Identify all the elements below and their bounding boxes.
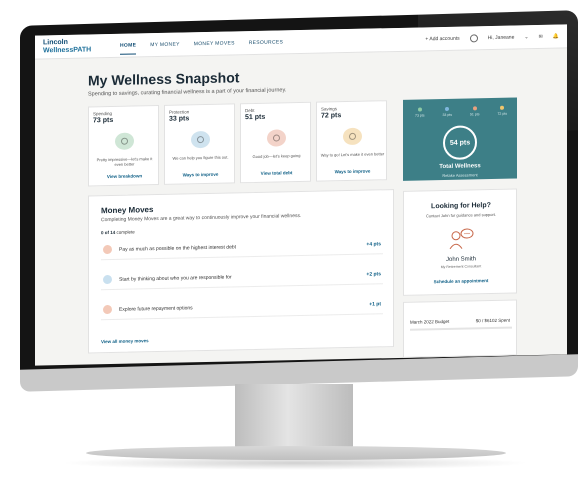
mail-icon[interactable]: ✉ — [539, 34, 543, 40]
card-category: Debt — [245, 107, 255, 114]
advisor-role: My Retirement Consultant — [440, 264, 482, 270]
money-move-text: Explore future repayment options — [119, 305, 193, 313]
total-wellness-panel: 73 pts 33 pts 51 pts 72 pts 54 pts Total… — [403, 97, 517, 181]
total-score: 54 pts — [449, 138, 471, 147]
house-icon — [191, 130, 210, 149]
nav-my-money[interactable]: MY MONEY — [150, 42, 180, 55]
card-category: Protection — [169, 109, 190, 115]
coins-icon — [343, 127, 362, 146]
money-moves-panel: Money Moves Completing Money Moves are a… — [88, 189, 394, 354]
budget-panel: March 2022 Budget $0 / $6102 Spent — [403, 299, 517, 358]
count-suffix: complete — [115, 229, 135, 235]
card-description: Good job—let's keep going — [252, 153, 301, 160]
user-avatar-icon[interactable] — [469, 34, 478, 43]
page-title: My Wellness Snapshot — [88, 69, 240, 89]
money-moves-count: 0 of 14 complete — [101, 229, 135, 235]
help-title: Looking for Help? — [431, 202, 491, 211]
piggy-bank-icon — [115, 132, 134, 150]
logo-line-2: WellnessPATH — [43, 46, 92, 55]
budget-title: March 2022 Budget — [410, 318, 450, 325]
money-move-item[interactable]: Start by thinking about who you are resp… — [101, 264, 383, 291]
nav-money-moves[interactable]: MONEY MOVES — [194, 40, 235, 53]
advisor-name: John Smith — [445, 256, 476, 263]
money-move-text: Start by thinking about who you are resp… — [119, 274, 232, 283]
money-move-points: +4 pts — [366, 241, 381, 248]
card-description: We can help you figure this out. — [172, 154, 229, 161]
debt-move-icon — [103, 244, 112, 255]
budget-progress-bar — [410, 326, 512, 331]
help-subtitle: Contact John for guidance and support. — [425, 211, 497, 219]
card-description: Way to go! Let's make it even better — [320, 151, 385, 158]
ways-to-improve-link[interactable]: Ways to improve — [165, 171, 236, 178]
view-all-money-moves-link[interactable]: View all money moves — [101, 338, 149, 344]
nav-home[interactable]: HOME — [120, 42, 137, 55]
view-total-debt-link[interactable]: View total debt — [241, 170, 312, 176]
bell-icon[interactable]: 🔔 — [553, 34, 559, 40]
card-category: Spending — [93, 110, 113, 117]
card-category: Savings — [321, 106, 338, 112]
card-points: 51 pts — [245, 113, 266, 122]
schedule-appointment-link[interactable]: Schedule an appointment — [404, 277, 518, 284]
count-value: 0 of 14 — [101, 229, 116, 236]
money-move-item[interactable]: Pay as much as possible on the highest i… — [101, 234, 383, 261]
view-breakdown-link[interactable]: View breakdown — [89, 173, 160, 179]
dot-icon — [417, 107, 422, 112]
app-logo[interactable]: Lincoln WellnessPATH — [43, 38, 91, 55]
score-breakdown: 73 pts 33 pts 51 pts 72 pts — [415, 105, 507, 118]
user-menu[interactable]: Hi, Janeane — [488, 35, 515, 42]
monitor-stand-base — [86, 446, 506, 460]
monitor-stand-neck — [235, 384, 353, 450]
card-points: 72 pts — [321, 112, 342, 120]
page-subtitle: Spending to savings, curating financial … — [88, 87, 287, 98]
money-move-points: +1 pt — [369, 301, 381, 308]
breakdown-label: 72 pts — [497, 111, 507, 116]
app-screen: Lincoln WellnessPATH HOME MY MONEY MONEY… — [35, 24, 567, 366]
chevron-down-icon[interactable]: ⌄ — [524, 34, 528, 40]
wellness-cards: Spending 73 pts Pretty impressive—let's … — [88, 100, 388, 187]
card-description: Pretty impressive—let's make it even bet… — [96, 156, 153, 167]
budget-spent: $0 / $6102 Spent — [475, 317, 510, 324]
card-spending: Spending 73 pts Pretty impressive—let's … — [88, 104, 160, 187]
retake-assessment-link[interactable]: Retake Assessment — [403, 171, 517, 178]
money-move-item[interactable]: Explore future repayment options +1 pt — [101, 294, 383, 321]
add-accounts-button[interactable]: + Add accounts — [425, 36, 459, 43]
breakdown-label: 51 pts — [469, 112, 480, 117]
money-move-points: +2 pts — [366, 271, 381, 278]
protection-move-icon — [103, 274, 112, 285]
card-debt: Debt 51 pts Good job—let's keep going Vi… — [240, 101, 312, 184]
card-points: 33 pts — [169, 115, 190, 123]
ways-to-improve-link[interactable]: Ways to improve — [317, 168, 388, 175]
breakdown-protection: 33 pts — [442, 106, 453, 118]
breakdown-debt: 51 pts — [470, 106, 480, 116]
help-panel: Looking for Help? Contact John for guida… — [403, 188, 518, 296]
dot-icon — [472, 106, 477, 111]
total-score-ring: 54 pts — [443, 125, 477, 161]
money-moves-title: Money Moves — [101, 205, 154, 216]
breakdown-savings: 72 pts — [497, 105, 507, 116]
card-protection: Protection 33 pts We can help you figure… — [164, 103, 236, 185]
total-wellness-label: Total Wellness — [439, 163, 481, 171]
card-points: 73 pts — [93, 116, 114, 125]
advisor-chat-icon — [449, 228, 474, 250]
card-savings: Savings 72 pts Way to go! Let's make it … — [316, 100, 388, 182]
breakdown-label: 73 pts — [415, 113, 425, 118]
dot-icon — [445, 106, 450, 111]
dot-icon — [500, 105, 505, 110]
breakdown-label: 33 pts — [442, 112, 453, 118]
top-right-actions: + Add accounts Hi, Janeane ⌄ ✉ 🔔 — [425, 33, 559, 44]
debt-move-icon — [103, 304, 112, 315]
breakdown-spending: 73 pts — [415, 107, 425, 118]
main-nav: HOME MY MONEY MONEY MOVES RESOURCES — [120, 39, 283, 55]
money-move-text: Pay as much as possible on the highest i… — [119, 244, 237, 253]
nav-resources[interactable]: RESOURCES — [249, 39, 283, 52]
money-bag-icon — [267, 129, 286, 147]
